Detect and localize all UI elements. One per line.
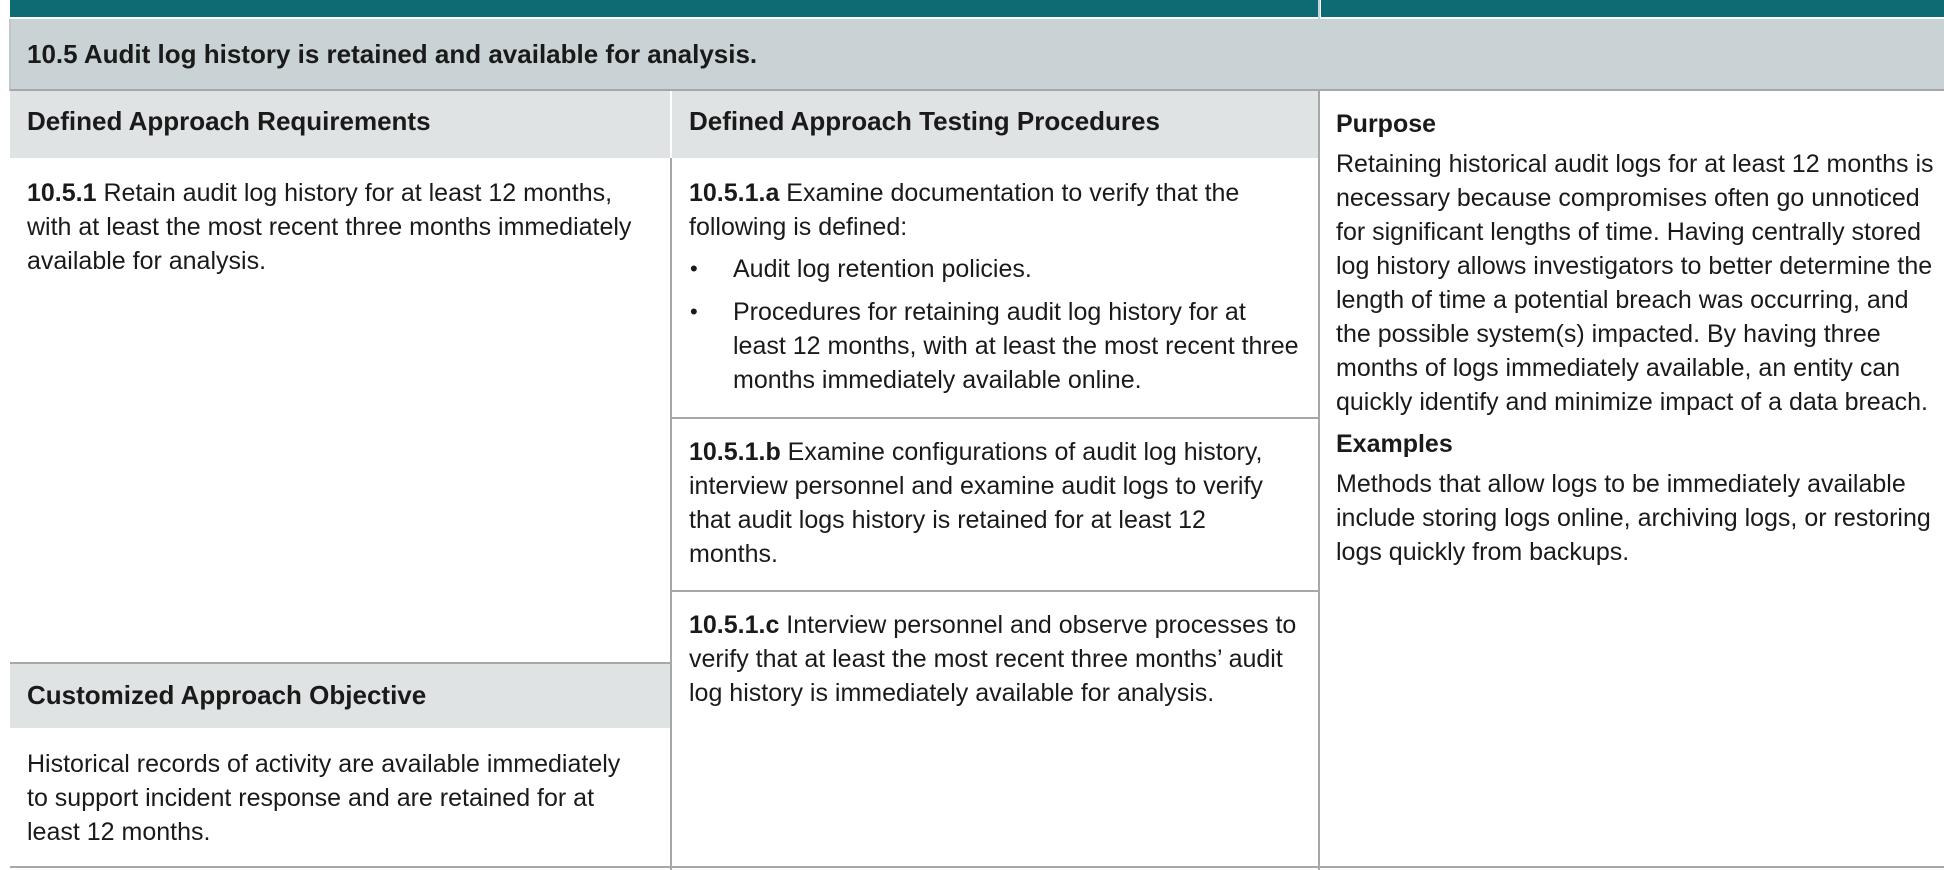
procedure-divider-a — [672, 417, 1318, 419]
procedure-a-bullet: Procedures for retaining audit log histo… — [690, 295, 1301, 397]
column-divider-left — [670, 158, 672, 870]
procedure-a-bullet: Audit log retention policies. — [690, 252, 1301, 286]
purpose-heading: Purpose — [1336, 110, 1437, 138]
procedure-a-bullets: Audit log retention policies. Procedures… — [689, 252, 1301, 397]
examples-heading: Examples — [1336, 430, 1453, 458]
requirement-id: 10.5.1 — [27, 179, 97, 207]
top-bar-left — [10, 0, 1318, 17]
customized-header: Customized Approach Objective — [10, 664, 670, 728]
guidance-column: Purpose Retaining historical audit logs … — [1321, 91, 1941, 569]
testing-procedure-b: 10.5.1.b Examine configurations of audit… — [672, 435, 1318, 571]
procedure-c-text: Interview personnel and observe processe… — [689, 611, 1297, 707]
testing-procedure-a: 10.5.1.a Examine documentation to verify… — [672, 176, 1318, 406]
top-bar-right — [1321, 0, 1944, 17]
column-divider-right-body — [1318, 89, 1320, 870]
section-bottom-line — [10, 89, 1944, 91]
requirement-cell: 10.5.1 Retain audit log history for at l… — [10, 176, 670, 278]
procedure-b-id: 10.5.1.b — [689, 438, 781, 466]
testing-header: Defined Approach Testing Procedures — [672, 91, 1318, 158]
procedure-divider-b — [672, 590, 1318, 592]
procedure-a-id: 10.5.1.a — [689, 179, 780, 207]
table-left-edge — [9, 19, 11, 91]
purpose-text: Retaining historical audit logs for at l… — [1336, 150, 1934, 416]
table-bottom-line — [10, 866, 1944, 868]
testing-procedure-c: 10.5.1.c Interview personnel and observe… — [672, 608, 1318, 710]
customized-objective: Historical records of activity are avail… — [27, 750, 621, 846]
requirement-text: Retain audit log history for at least 12… — [27, 179, 632, 275]
examples-text: Methods that allow logs to be immediatel… — [1336, 470, 1931, 566]
requirements-header: Defined Approach Requirements — [10, 91, 670, 158]
section-title: 10.5 Audit log history is retained and a… — [10, 19, 1944, 89]
procedure-c-id: 10.5.1.c — [689, 611, 780, 639]
